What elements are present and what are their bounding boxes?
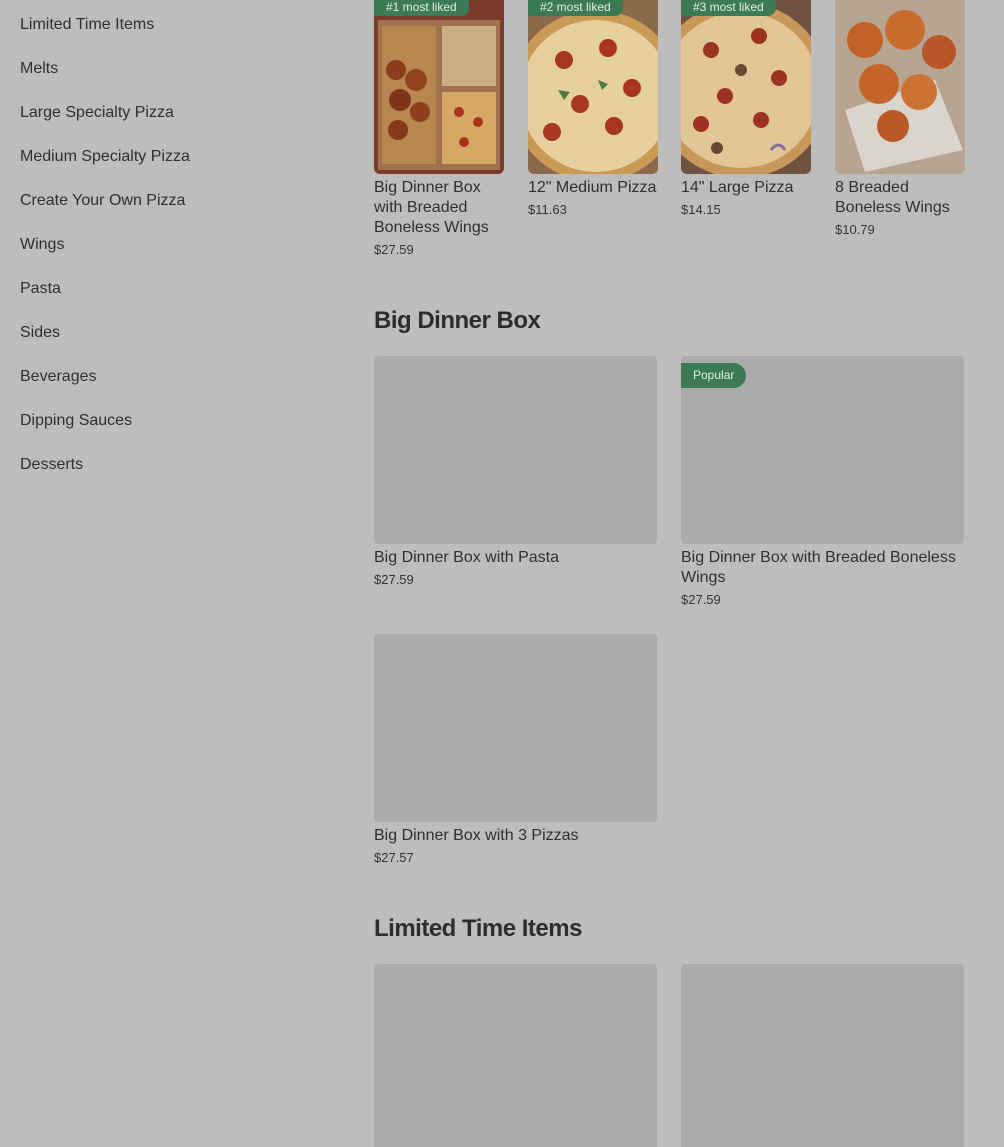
- product-image-placeholder: [374, 634, 657, 822]
- most-liked-card[interactable]: #1 most liked Big Dinner Box with Breade…: [374, 0, 504, 260]
- product-name: Big Dinner Box with 3 Pizzas: [374, 827, 579, 844]
- product-image-boneless-wings: [835, 0, 965, 174]
- rank-badge: #1 most liked: [374, 0, 469, 16]
- sidebar-item-dipping-sauces[interactable]: Dipping Sauces: [20, 411, 132, 431]
- menu-item-card[interactable]: [374, 964, 657, 1147]
- product-price: $11.63: [528, 202, 567, 217]
- product-name: Big Dinner Box with Pasta: [374, 549, 559, 566]
- rank-badge: #3 most liked: [681, 0, 776, 16]
- product-image-medium-pizza: #2 most liked: [528, 0, 658, 174]
- sidebar-item-pasta[interactable]: Pasta: [20, 279, 61, 299]
- sidebar-item-sides[interactable]: Sides: [20, 323, 60, 343]
- menu-item-card[interactable]: [681, 964, 964, 1147]
- sidebar-item-melts[interactable]: Melts: [20, 59, 58, 79]
- sidebar-item-wings[interactable]: Wings: [20, 235, 64, 255]
- product-price: $27.59: [374, 242, 414, 257]
- product-name: Big Dinner Box with Breaded Boneless Win…: [681, 549, 956, 586]
- section-title-limited-time-items: Limited Time Items: [374, 915, 582, 942]
- product-image-dinner-box-wings: #1 most liked: [374, 0, 504, 174]
- product-price: $27.59: [374, 572, 414, 587]
- sidebar-item-large-specialty-pizza[interactable]: Large Specialty Pizza: [20, 103, 174, 123]
- product-image-placeholder: Popular: [681, 356, 964, 544]
- most-liked-card[interactable]: #2 most liked 12" Medium Pizza $11.63: [528, 0, 658, 220]
- product-image-placeholder: [681, 964, 964, 1147]
- product-image-large-pizza: #3 most liked: [681, 0, 811, 174]
- most-liked-card[interactable]: 8 Breaded Boneless Wings $10.79: [835, 0, 965, 240]
- menu-item-card[interactable]: Popular Big Dinner Box with Breaded Bone…: [681, 356, 964, 610]
- product-name: 14" Large Pizza: [681, 179, 794, 196]
- product-image-placeholder: [374, 964, 657, 1147]
- rank-badge: #2 most liked: [528, 0, 623, 16]
- product-price: $27.57: [374, 850, 414, 865]
- sidebar-item-beverages[interactable]: Beverages: [20, 367, 97, 387]
- sidebar-item-desserts[interactable]: Desserts: [20, 455, 83, 475]
- menu-item-card[interactable]: Big Dinner Box with 3 Pizzas $27.57: [374, 634, 657, 868]
- product-image-placeholder: [374, 356, 657, 544]
- product-price: $14.15: [681, 202, 721, 217]
- product-price: $27.59: [681, 592, 721, 607]
- sidebar-item-medium-specialty-pizza[interactable]: Medium Specialty Pizza: [20, 147, 190, 167]
- product-name: 12" Medium Pizza: [528, 179, 657, 196]
- section-title-big-dinner-box: Big Dinner Box: [374, 307, 541, 334]
- sidebar-item-create-your-own-pizza[interactable]: Create Your Own Pizza: [20, 191, 185, 211]
- menu-page: Limited Time Items Melts Large Specialty…: [0, 0, 1004, 1147]
- menu-item-card[interactable]: Big Dinner Box with Pasta $27.59: [374, 356, 657, 590]
- product-price: $10.79: [835, 222, 875, 237]
- popular-badge: Popular: [681, 363, 747, 388]
- sidebar-item-limited-time-items[interactable]: Limited Time Items: [20, 15, 154, 35]
- most-liked-card[interactable]: #3 most liked 14" Large Pizza $14.15: [681, 0, 811, 220]
- product-name: 8 Breaded Boneless Wings: [835, 179, 950, 216]
- product-name: Big Dinner Box with Breaded Boneless Win…: [374, 179, 489, 236]
